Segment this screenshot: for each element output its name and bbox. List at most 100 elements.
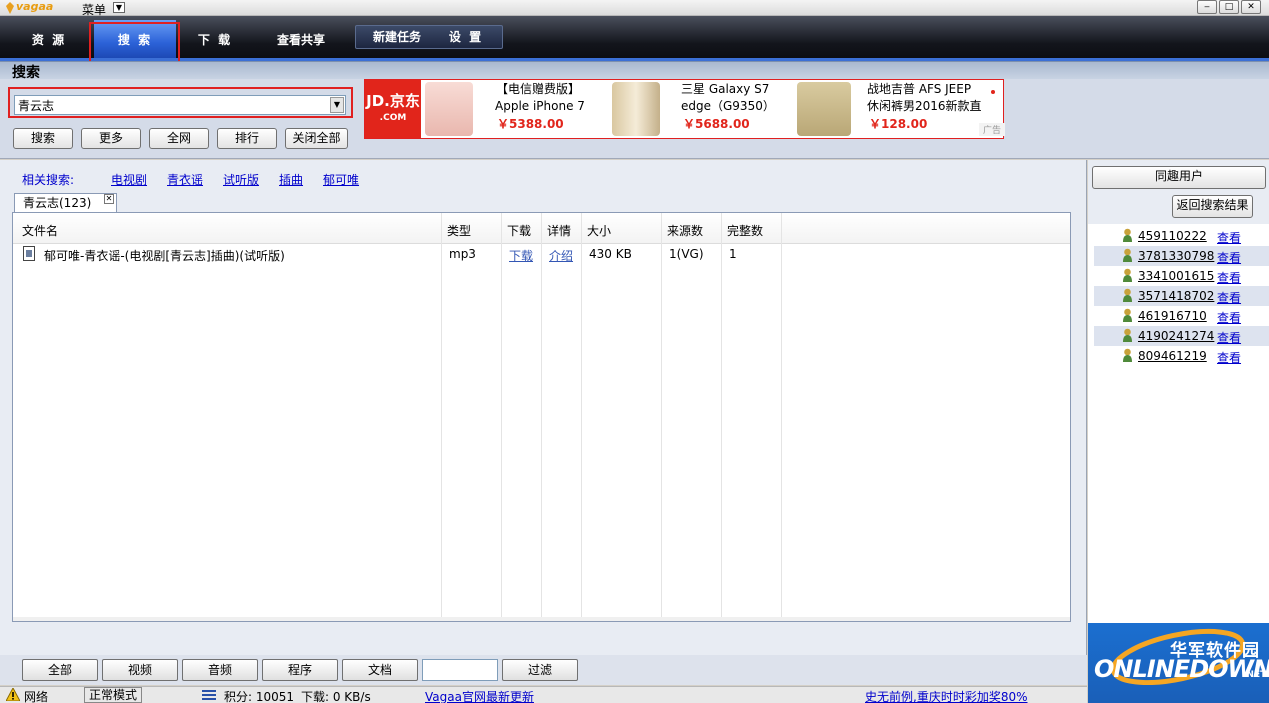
watermark-net: .NET (1243, 670, 1267, 680)
pants-image[interactable] (797, 82, 851, 136)
user-icon (1123, 268, 1132, 282)
vagaa-logo-icon (6, 2, 14, 14)
nav-tab-view-share[interactable]: 查看共享 (262, 29, 340, 51)
ad-item-3-line1[interactable]: 战地吉普 AFS JEEP (867, 81, 971, 98)
user-id[interactable]: 459110222 (1138, 229, 1207, 243)
user-id[interactable]: 4190241274 (1138, 329, 1214, 343)
close-tab-icon[interactable]: ✕ (104, 194, 114, 204)
ad-logo-subtext: .COM (379, 113, 407, 123)
close-all-button[interactable]: 关闭全部 (285, 128, 348, 149)
related-link[interactable]: 试听版 (223, 171, 259, 188)
ad-item-1-line1[interactable]: 【电信赠费版】 (496, 81, 580, 98)
ad-item-1-price[interactable]: ￥5388.00 (497, 115, 564, 132)
filter-apply-button[interactable]: 过滤 (502, 659, 578, 681)
back-to-results-button[interactable]: 返回搜索结果 (1172, 195, 1253, 218)
table-row-sources: 1(VG) (669, 247, 704, 261)
column-header-complete[interactable]: 完整数 (727, 222, 763, 239)
official-update-link[interactable]: Vagaa官网最新更新 (425, 688, 534, 703)
ranking-button[interactable]: 排行 (217, 128, 277, 149)
similar-users-button[interactable]: 同趣用户 (1092, 166, 1266, 189)
view-user-link[interactable]: 查看 (1217, 229, 1241, 246)
filter-audio-button[interactable]: 音频 (182, 659, 258, 681)
column-header-download[interactable]: 下载 (507, 222, 531, 239)
table-row-type: mp3 (449, 247, 476, 261)
column-header-filename[interactable]: 文件名 (22, 222, 58, 239)
nav-tab-resources[interactable]: 资 源 (18, 29, 80, 51)
filter-program-button[interactable]: 程序 (262, 659, 338, 681)
view-user-link[interactable]: 查看 (1217, 349, 1241, 366)
table-row-complete: 1 (729, 247, 737, 261)
column-divider (581, 213, 582, 617)
column-header-type[interactable]: 类型 (447, 222, 471, 239)
nav-tab-settings[interactable]: 设 置 (440, 26, 492, 48)
column-divider (721, 213, 722, 617)
ad-item-1-line2[interactable]: Apple iPhone 7 (495, 98, 585, 115)
column-divider (541, 213, 542, 617)
ad-item-3-line2[interactable]: 休闲裤男2016新款直 (867, 98, 982, 115)
column-header-sources[interactable]: 来源数 (667, 222, 703, 239)
music-file-icon (23, 246, 35, 261)
ad-item-3-price[interactable]: ￥128.00 (869, 115, 927, 132)
view-user-link[interactable]: 查看 (1217, 249, 1241, 266)
download-speed-status: 下载: 0 KB/s (301, 690, 371, 703)
user-id[interactable]: 809461219 (1138, 349, 1207, 363)
view-user-link[interactable]: 查看 (1217, 309, 1241, 326)
related-search-label: 相关搜索: (22, 173, 75, 187)
column-header-detail[interactable]: 详情 (547, 222, 571, 239)
table-row-detail-link[interactable]: 介绍 (549, 247, 573, 264)
app-logo: vagaa (16, 0, 54, 13)
search-input[interactable] (14, 95, 346, 115)
network-status: 网络 (24, 690, 49, 703)
ad-logo-text: JD.京东 (366, 92, 420, 110)
ad-item-2-line1[interactable]: 三星 Galaxy S7 (681, 81, 769, 98)
view-user-link[interactable]: 查看 (1217, 269, 1241, 286)
tab-search-result[interactable]: 青云志(123) (14, 193, 117, 213)
view-user-link[interactable]: 查看 (1217, 289, 1241, 306)
user-id[interactable]: 3781330798 (1138, 249, 1214, 263)
mode-status[interactable]: 正常模式 (84, 687, 142, 703)
filter-document-button[interactable]: 文档 (342, 659, 418, 681)
filter-all-button[interactable]: 全部 (22, 659, 98, 681)
search-button[interactable]: 搜索 (13, 128, 73, 149)
menu-dropdown-icon[interactable]: ▼ (113, 2, 125, 13)
minimize-button[interactable]: ‒ (1197, 0, 1217, 14)
promo-link[interactable]: 史无前例,重庆时时彩加奖80% (865, 688, 1028, 703)
nav-tab-new-task[interactable]: 新建任务 (362, 26, 432, 48)
table-row-download-link[interactable]: 下载 (509, 247, 533, 264)
column-divider (441, 213, 442, 617)
maximize-button[interactable]: □ (1219, 0, 1239, 14)
more-button[interactable]: 更多 (81, 128, 141, 149)
horizontal-scrollbar[interactable] (13, 617, 1070, 621)
column-divider (781, 213, 782, 617)
related-link[interactable]: 青衣谣 (167, 171, 203, 188)
close-button[interactable]: ✕ (1241, 0, 1261, 14)
column-divider (661, 213, 662, 617)
user-id[interactable]: 461916710 (1138, 309, 1207, 323)
warning-icon (6, 688, 20, 701)
ad-item-2-line2[interactable]: edge（G9350） (681, 98, 775, 115)
user-id[interactable]: 3571418702 (1138, 289, 1214, 303)
column-header-size[interactable]: 大小 (587, 222, 611, 239)
chevron-down-icon[interactable]: ▼ (330, 97, 344, 113)
filter-video-button[interactable]: 视频 (102, 659, 178, 681)
column-divider (501, 213, 502, 617)
user-icon (1123, 328, 1132, 342)
table-row-filename[interactable]: 郁可唯-青衣谣-(电视剧[青云志]插曲)(试听版) (44, 247, 285, 264)
title-bar (0, 0, 1269, 16)
related-link[interactable]: 插曲 (279, 171, 303, 188)
view-user-link[interactable]: 查看 (1217, 329, 1241, 346)
filter-input[interactable] (422, 659, 498, 681)
nav-tab-download[interactable]: 下 载 (184, 29, 246, 51)
whole-web-button[interactable]: 全网 (149, 128, 209, 149)
ad-item-2-price[interactable]: ￥5688.00 (683, 115, 750, 132)
iphone-image[interactable] (425, 82, 473, 136)
galaxy-image[interactable] (612, 82, 660, 136)
related-link[interactable]: 电视剧 (111, 171, 147, 188)
related-link[interactable]: 郁可唯 (323, 171, 359, 188)
user-icon (1123, 228, 1132, 242)
nav-tab-search[interactable]: 搜 索 (99, 29, 171, 51)
jd-logo[interactable]: JD.京东 .COM (365, 80, 421, 138)
user-id[interactable]: 3341001615 (1138, 269, 1214, 283)
user-icon (1123, 308, 1132, 322)
table-row-size: 430 KB (589, 247, 632, 261)
